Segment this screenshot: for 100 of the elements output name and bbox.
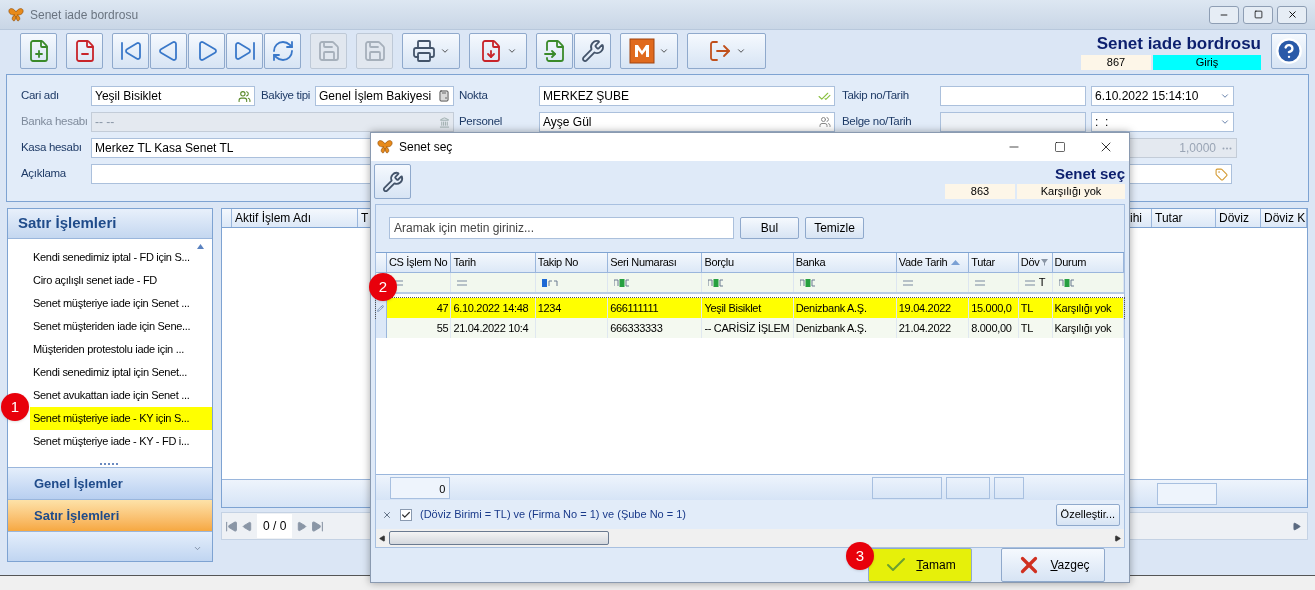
operation-item[interactable]: Senet müşteriye iade - KY - FD i... [30,430,212,453]
scroll-right-icon[interactable] [1292,521,1301,531]
page-indicator: 0 / 0 [257,514,293,538]
dropdown-caret-icon [1220,91,1230,101]
exit-door-icon [707,39,732,63]
operation-item[interactable]: Senet avukattan iade için Senet ... [30,384,212,407]
operation-item[interactable]: Ciro açılışlı senet iade - FD [30,269,212,292]
help-button[interactable] [1271,33,1307,69]
text-field[interactable]: Yeşil Bisiklet [91,86,255,106]
toolbar-button[interactable] [66,33,103,69]
restore-icon [1253,10,1263,19]
field-value: MERKEZ ŞUBE [543,88,629,105]
last-page-icon[interactable] [311,519,325,533]
nav-tab[interactable]: Satır İşlemleri [8,499,212,531]
column-header[interactable]: Döviz [1216,209,1261,227]
ok-button[interactable]: Tamam [868,548,972,582]
record-number: 867 [1081,54,1151,70]
toolbar-button[interactable] [574,33,611,69]
date-field[interactable]: : : [1091,112,1234,132]
toolbar-button[interactable] [620,33,678,69]
text-field[interactable]: Ayşe Gül [539,112,835,132]
column-header[interactable]: Tutar [1152,209,1216,227]
column-header[interactable]: Takip No [535,253,609,272]
toolbar-button[interactable] [402,33,460,69]
toolbar-button[interactable] [264,33,301,69]
print-icon [412,39,436,63]
sort-ascending-icon [951,260,961,265]
funnel-icon [1041,259,1049,266]
table-cell: Karşılığı yok [1052,318,1124,338]
operation-item[interactable]: Senet müşteriye iade - KY için S... [30,407,212,430]
table-cell: Denizbank A.Ş. [793,318,897,338]
next-page-icon[interactable] [296,520,308,532]
toolbar-button[interactable] [20,33,57,69]
operation-item[interactable]: Müşteriden protestolu iade için ... [30,338,212,361]
operation-item[interactable]: Kendi senedimiz iptal için Senet... [30,361,212,384]
toolbar-button[interactable] [687,33,766,69]
field-value: -- -- [95,114,115,131]
text-field[interactable] [940,112,1086,132]
status-indicator: Karşılığı yok [1017,184,1125,199]
operation-item[interactable]: Kendi senedimiz iptal - FD için S... [30,246,212,269]
filter-checkbox[interactable] [400,508,412,521]
column-header[interactable]: Aktif İşlem Adı [232,209,358,227]
column-header[interactable]: Seri Numarası [608,253,703,272]
dropdown-caret-icon [440,46,450,56]
summary-cell [994,476,1024,499]
text-field[interactable]: Genel İşlem Bakiyesi [315,86,454,106]
operation-item[interactable]: Senet müşteriye iade için Senet ... [30,292,212,315]
scroll-left-icon[interactable] [379,534,386,542]
column-header[interactable]: Tutar [969,253,1019,272]
horizontal-scrollbar[interactable] [376,529,1124,547]
dropdown-caret-icon [659,46,669,56]
settings-button[interactable] [374,164,411,199]
first-page-icon[interactable] [225,519,238,533]
text-field[interactable] [940,86,1086,106]
column-header[interactable]: Banka [793,253,897,272]
restore-button[interactable] [1243,5,1273,24]
butterfly-icon [8,7,24,22]
field-label: Belge no/Tarih [841,114,913,130]
help-icon [1275,37,1303,65]
calculator-icon [438,90,450,102]
column-header[interactable]: Döviz K [1261,209,1307,227]
column-header[interactable]: Borçlu [702,253,794,272]
summary-count: 0 [390,476,450,499]
cancel-button[interactable]: Vazgeç [1001,548,1105,582]
toolbar-button[interactable] [226,33,263,69]
summary-cell [946,476,990,499]
date-field[interactable]: 6.10.2022 15:14:10 [1091,86,1234,106]
toolbar-button[interactable] [536,33,573,69]
previous-page-icon[interactable] [242,520,253,532]
operation-item[interactable]: Senet müşteriden iade için Sene... [30,315,212,338]
toolbar-button[interactable] [188,33,225,69]
close-button[interactable] [1277,5,1307,24]
toolbar-button[interactable] [469,33,527,69]
column-header[interactable]: Vade Tarih [896,253,970,272]
field-label: Banka hesabı [21,114,89,130]
nav-tab[interactable]: Genel İşlemler [8,467,212,499]
search-button[interactable]: Temizle [805,216,864,239]
dialog-heading: Senet seç [1054,164,1125,184]
toolbar-button[interactable] [150,33,187,69]
search-field[interactable]: Aramak için metin giriniz... [389,216,734,239]
search-button[interactable]: Bul [740,216,799,239]
customize-button[interactable]: Özelleştir... [1055,503,1120,526]
toolbar-button[interactable] [112,33,149,69]
text-field[interactable]: MERKEZ ŞUBE [539,86,835,106]
minimize-button[interactable] [1209,5,1239,24]
column-header[interactable]: Tarih [451,253,536,272]
equals-filter-icon [902,279,913,286]
ellipsis-icon [1222,146,1232,150]
table-row[interactable]: 55 21.04.2022 10:4 666333333 -- CARİSİZ İŞLEM Denizbank A.Ş. 21.04.2022 8.000,00 TL Karşılığı yok [376,318,1124,338]
column-header[interactable]: CS İşlem No [386,253,452,272]
scrollbar-thumb[interactable] [389,531,609,545]
clear-filter-icon[interactable] [382,509,392,520]
table-row[interactable]: 47 6.10.2022 14:48 1234 666111111 Yeşil Bisiklet Denizbank A.Ş. 19.04.2022 15.000,0 TL Karşılığı yok [376,298,1124,318]
column-header[interactable]: Durum [1052,253,1124,272]
column-header[interactable]: Döv [1018,253,1053,272]
field-label: Takip no/Tarih [841,88,910,104]
field-value: : : [1095,114,1109,131]
dialog-title: Senet seç [399,139,453,156]
text-filter-icon [708,278,725,287]
scroll-right-icon[interactable] [1114,534,1121,542]
